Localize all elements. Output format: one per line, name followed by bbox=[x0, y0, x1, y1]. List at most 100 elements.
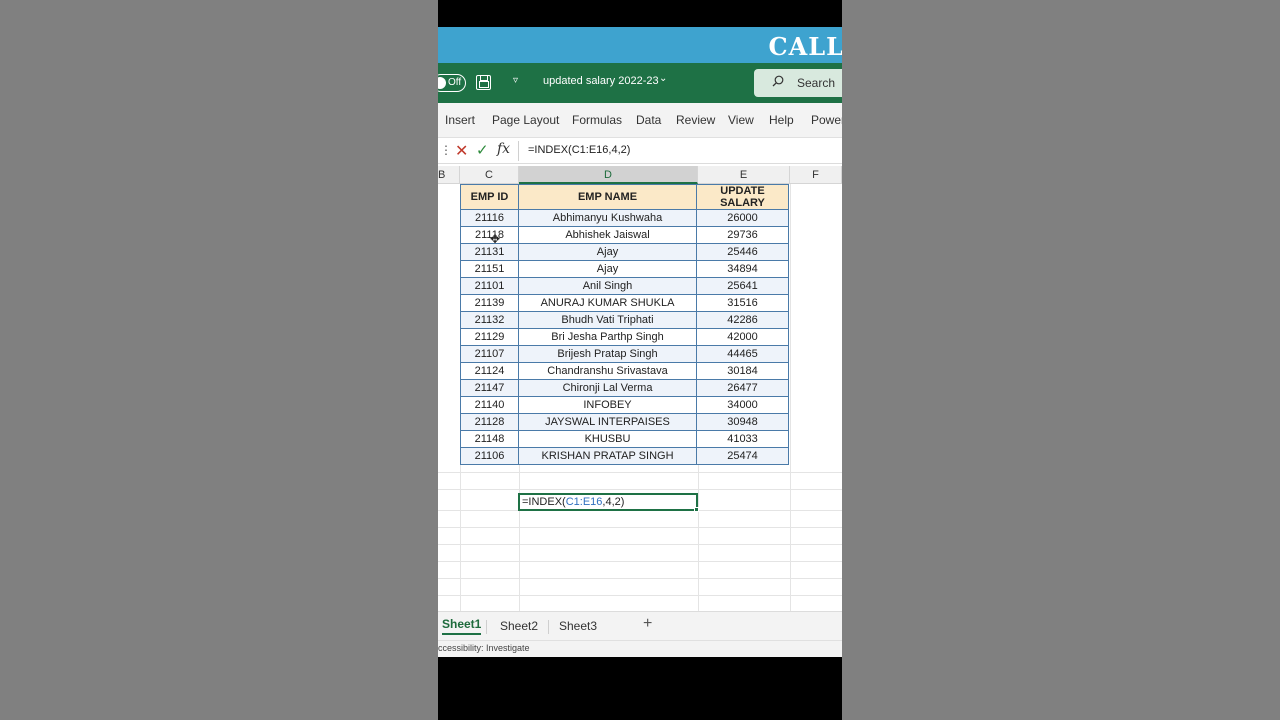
cancel-icon[interactable]: ✕ bbox=[455, 141, 468, 161]
column-header-e[interactable]: E bbox=[698, 166, 790, 184]
cell-emp-name[interactable]: Bri Jesha Parthp Singh bbox=[518, 328, 697, 346]
cell-emp-name[interactable]: INFOBEY bbox=[518, 396, 697, 414]
top-banner: CALL bbox=[438, 27, 842, 63]
cell-emp-id[interactable]: 21131 bbox=[460, 243, 519, 261]
cell-salary[interactable]: 30948 bbox=[696, 413, 789, 431]
cell-salary[interactable]: 25641 bbox=[696, 277, 789, 295]
cell-emp-name[interactable]: Abhishek Jaiswal bbox=[518, 226, 697, 244]
cell-emp-name[interactable]: Brijesh Pratap Singh bbox=[518, 345, 697, 363]
table-row: 21107 Brijesh Pratap Singh 44465 bbox=[460, 345, 789, 363]
cell-emp-name[interactable]: KRISHAN PRATAP SINGH bbox=[518, 447, 697, 465]
cell-emp-name[interactable]: Ajay bbox=[518, 260, 697, 278]
file-name[interactable]: updated salary 2022-23 bbox=[543, 75, 659, 87]
header-update-salary[interactable]: UPDATE SALARY bbox=[696, 184, 789, 210]
gridline bbox=[438, 578, 842, 579]
cell-emp-id[interactable]: 21101 bbox=[460, 277, 519, 295]
cell-salary[interactable]: 25474 bbox=[696, 447, 789, 465]
cell-emp-name[interactable]: Bhudh Vati Triphati bbox=[518, 311, 697, 329]
formula-bar-divider bbox=[518, 141, 519, 161]
more-options-icon[interactable]: ⋮ bbox=[440, 143, 452, 157]
autosave-toggle[interactable]: Off bbox=[438, 74, 466, 92]
quick-access-dropdown-icon[interactable]: ▿ bbox=[513, 75, 518, 86]
gridline bbox=[438, 527, 842, 528]
cell-emp-name[interactable]: Ajay bbox=[518, 243, 697, 261]
active-cell-editor[interactable]: =INDEX(C1:E16,4,2) bbox=[518, 493, 698, 511]
header-emp-id[interactable]: EMP ID bbox=[460, 184, 519, 210]
cell-salary[interactable]: 26477 bbox=[696, 379, 789, 397]
cell-grid[interactable]: EMP ID EMP NAME UPDATE SALARY 21116 Abhim… bbox=[438, 184, 842, 611]
cell-emp-id[interactable]: 21129 bbox=[460, 328, 519, 346]
table-row: 21118 Abhishek Jaiswal 29736 bbox=[460, 226, 789, 244]
cell-emp-id[interactable]: 21140 bbox=[460, 396, 519, 414]
table-row: 21147 Chironji Lal Verma 26477 bbox=[460, 379, 789, 397]
excel-window: CALL Off ▿ updated salary 2022-23 ⌄ Sear… bbox=[438, 27, 842, 657]
column-header-c[interactable]: C bbox=[460, 166, 519, 184]
table-row: 21132 Bhudh Vati Triphati 42286 bbox=[460, 311, 789, 329]
cell-emp-name[interactable]: Anil Singh bbox=[518, 277, 697, 295]
cell-salary[interactable]: 29736 bbox=[696, 226, 789, 244]
cell-salary[interactable]: 34894 bbox=[696, 260, 789, 278]
cell-salary[interactable]: 34000 bbox=[696, 396, 789, 414]
sheet-tab-sheet3[interactable]: Sheet3 bbox=[559, 619, 597, 633]
sheet-tab-sheet1[interactable]: Sheet1 bbox=[442, 617, 482, 635]
formula-range-ref: C1:E16 bbox=[565, 496, 603, 508]
cell-salary[interactable]: 26000 bbox=[696, 209, 789, 227]
add-sheet-icon[interactable]: + bbox=[643, 615, 652, 633]
cell-emp-id[interactable]: 21132 bbox=[460, 311, 519, 329]
tab-review[interactable]: Review bbox=[676, 113, 715, 127]
cell-emp-name[interactable]: ANURAJ KUMAR SHUKLA bbox=[518, 294, 697, 312]
tab-insert[interactable]: Insert bbox=[445, 113, 475, 127]
save-icon[interactable] bbox=[476, 75, 491, 90]
gridline bbox=[438, 472, 842, 473]
cell-emp-id[interactable]: 21128 bbox=[460, 413, 519, 431]
cell-emp-name[interactable]: JAYSWAL INTERPAISES bbox=[518, 413, 697, 431]
title-bar: Off ▿ updated salary 2022-23 ⌄ Search bbox=[438, 63, 842, 103]
cell-emp-id[interactable]: 21124 bbox=[460, 362, 519, 380]
cell-emp-id[interactable]: 21106 bbox=[460, 447, 519, 465]
cell-emp-name[interactable]: Abhimanyu Kushwaha bbox=[518, 209, 697, 227]
search-label: Search bbox=[797, 76, 836, 90]
table-row: 21129 Bri Jesha Parthp Singh 42000 bbox=[460, 328, 789, 346]
column-header-d[interactable]: D bbox=[519, 166, 698, 184]
cell-salary[interactable]: 41033 bbox=[696, 430, 789, 448]
banner-text: CALL bbox=[768, 32, 842, 61]
tab-power[interactable]: Power bbox=[811, 113, 842, 127]
header-emp-name[interactable]: EMP NAME bbox=[518, 184, 697, 210]
column-header-b[interactable]: B bbox=[438, 166, 460, 184]
insert-function-icon[interactable]: fx bbox=[497, 141, 510, 157]
cell-salary[interactable]: 42286 bbox=[696, 311, 789, 329]
tab-divider bbox=[486, 620, 487, 634]
cell-emp-id[interactable]: 21116 bbox=[460, 209, 519, 227]
cell-emp-name[interactable]: Chironji Lal Verma bbox=[518, 379, 697, 397]
fill-handle[interactable] bbox=[694, 507, 699, 512]
cell-salary[interactable]: 44465 bbox=[696, 345, 789, 363]
column-headers: B C D E F bbox=[438, 166, 842, 184]
cell-emp-id[interactable]: 21151 bbox=[460, 260, 519, 278]
formula-input[interactable]: =INDEX(C1:E16,4,2) bbox=[528, 144, 630, 156]
gridline bbox=[438, 489, 842, 490]
cell-emp-id[interactable]: 21139 bbox=[460, 294, 519, 312]
cell-emp-id[interactable]: 21107 bbox=[460, 345, 519, 363]
search-box[interactable]: Search bbox=[754, 69, 842, 97]
tab-view[interactable]: View bbox=[728, 113, 754, 127]
cell-emp-name[interactable]: Chandranshu Srivastava bbox=[518, 362, 697, 380]
tab-formulas[interactable]: Formulas bbox=[572, 113, 622, 127]
tab-help[interactable]: Help bbox=[769, 113, 794, 127]
cell-emp-id[interactable]: 21148 bbox=[460, 430, 519, 448]
tab-page-layout[interactable]: Page Layout bbox=[492, 113, 559, 127]
sheet-tab-sheet2[interactable]: Sheet2 bbox=[500, 619, 538, 633]
chevron-down-icon[interactable]: ⌄ bbox=[659, 73, 667, 84]
accessibility-status[interactable]: ccessibility: Investigate bbox=[438, 643, 530, 653]
cell-salary[interactable]: 25446 bbox=[696, 243, 789, 261]
enter-icon[interactable]: ✓ bbox=[476, 141, 489, 159]
column-header-f[interactable]: F bbox=[790, 166, 842, 184]
cell-salary[interactable]: 31516 bbox=[696, 294, 789, 312]
cell-emp-name[interactable]: KHUSBU bbox=[518, 430, 697, 448]
search-icon bbox=[772, 75, 784, 87]
table-row: 21131 Ajay 25446 bbox=[460, 243, 789, 261]
cell-salary[interactable]: 30184 bbox=[696, 362, 789, 380]
table-row: 21124 Chandranshu Srivastava 30184 bbox=[460, 362, 789, 380]
cell-salary[interactable]: 42000 bbox=[696, 328, 789, 346]
tab-data[interactable]: Data bbox=[636, 113, 661, 127]
cell-emp-id[interactable]: 21147 bbox=[460, 379, 519, 397]
